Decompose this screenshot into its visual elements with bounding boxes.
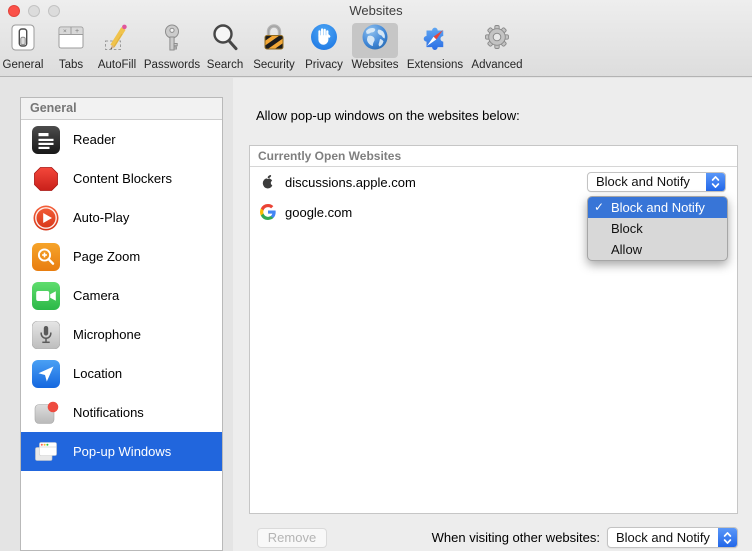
reader-icon [32,125,60,154]
toolbar-label: Tabs [58,59,84,71]
svg-text:+: + [75,28,79,35]
apple-icon [260,174,276,190]
toolbar-label: Privacy [305,59,343,71]
sidebar-item-label: Notifications [73,405,144,420]
autofill-icon [101,22,133,59]
toolbar-label: Advanced [471,59,523,71]
toolbar-label: Extensions [406,59,464,71]
content-blockers-icon [32,165,60,193]
toolbar-tab-passwords[interactable]: Passwords [142,23,202,75]
table-row[interactable]: discussions.apple.com Block and Notify [250,167,737,197]
popup-value: Block and Notify [616,530,710,545]
extensions-icon [419,22,451,59]
toolbar-label: AutoFill [97,59,137,71]
sidebar-item-label: Location [73,366,123,381]
menu-item-label: Block and Notify [611,200,705,215]
menu-item-block[interactable]: Block [588,218,727,239]
page-zoom-icon [32,242,60,271]
sidebar-item-content-blockers[interactable]: Content Blockers [21,159,222,198]
site-name: discussions.apple.com [285,174,416,190]
sidebar-item-camera[interactable]: Camera [21,276,222,315]
sidebar-item-page-zoom[interactable]: Page Zoom [21,237,222,276]
sidebar-item-microphone[interactable]: Microphone [21,315,222,354]
site-name: google.com [285,204,353,220]
microphone-icon [31,320,61,349]
toolbar-label: Passwords [143,59,201,71]
notifications-icon [32,399,60,427]
sidebar-item-auto-play[interactable]: Auto-Play [21,198,222,237]
svg-text:×: × [63,28,67,35]
security-icon [258,22,290,59]
when-visiting-popup[interactable]: Block and Notify [607,527,738,548]
sidebar-item-popup-windows[interactable]: Pop-up Windows [21,432,222,471]
checkmark-icon: ✓ [594,200,605,214]
safari-preferences-window: Websites General × + Tabs AutoFill Passw… [0,0,752,551]
popup-windows-icon [32,438,60,466]
sidebar-item-label: Pop-up Windows [73,444,172,459]
menu-item-label: Block [611,221,643,236]
site-setting-popup[interactable]: Block and Notify [587,172,726,192]
sidebar-item-label: Camera [73,288,120,303]
toolbar-label: Security [253,59,295,71]
toolbar-tab-extensions[interactable]: Extensions [403,23,467,75]
updown-chevrons-icon [718,528,737,547]
sidebar-item-label: Auto-Play [73,210,130,225]
google-icon [260,204,276,220]
popup-value: Block and Notify [596,174,690,189]
sidebar-item-label: Microphone [73,327,141,342]
updown-chevrons-icon [706,173,725,191]
toolbar-tab-security[interactable]: Security [247,23,301,75]
window-title: Websites [349,3,403,18]
tabs-icon: × + [55,22,87,59]
sidebar-section-header: General [21,98,222,120]
toolbar-tab-advanced[interactable]: Advanced [467,23,527,75]
general-icon [7,22,39,59]
sidebar-item-label: Reader [73,132,116,147]
camera-icon [32,281,60,310]
sidebar-item-label: Content Blockers [73,171,172,186]
sidebar-item-notifications[interactable]: Notifications [21,393,222,432]
sidebar-item-label: Page Zoom [73,249,141,264]
window-chrome: Websites General × + Tabs AutoFill Passw… [0,0,752,77]
auto-play-icon [32,204,60,232]
sidebar-item-location[interactable]: Location [21,354,222,393]
popup-menu: ✓ Block and Notify Block Allow [587,196,728,261]
passwords-icon [156,22,188,59]
toolbar-label: General [2,59,44,71]
remove-button[interactable]: Remove [257,528,327,548]
toolbar-tab-search[interactable]: Search [203,23,247,75]
websites-icon [359,22,391,59]
toolbar-tab-general[interactable]: General [0,23,46,75]
pane-heading: Allow pop-up windows on the websites bel… [256,108,520,123]
sidebar: General Reader Content Blockers Auto-Pla… [20,97,223,551]
toolbar-label: Search [206,59,244,71]
menu-item-allow[interactable]: Allow [588,239,727,260]
toolbar-label: Websites [351,59,399,71]
sidebar-item-reader[interactable]: Reader [21,120,222,159]
menu-item-block-and-notify[interactable]: ✓ Block and Notify [588,197,727,218]
menu-item-label: Allow [611,242,643,257]
toolbar-tab-autofill[interactable]: AutoFill [92,23,142,75]
toolbar-tab-tabs[interactable]: × + Tabs [50,23,92,75]
toolbar-tab-privacy[interactable]: Privacy [301,23,347,75]
location-icon [32,359,60,388]
advanced-icon [481,22,513,59]
privacy-icon [308,22,340,59]
when-visiting-label: When visiting other websites: [431,530,600,545]
search-icon [209,22,241,59]
table-section-header: Currently Open Websites [250,146,737,167]
toolbar-tab-websites[interactable]: Websites [347,23,403,75]
